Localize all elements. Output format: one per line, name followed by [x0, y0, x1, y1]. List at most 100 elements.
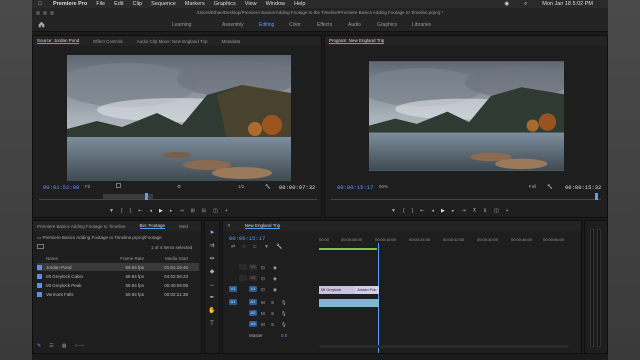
play-icon[interactable]: ▶	[441, 208, 445, 214]
razor-icon[interactable]: ◆	[208, 268, 216, 276]
list-view-icon[interactable]: ☰	[49, 343, 53, 349]
solo-icon[interactable]: S	[271, 300, 274, 305]
list-item[interactable]: Jordan Pond 59.94 fps 01:51:16:46	[37, 263, 199, 271]
add-button-icon[interactable]: +	[506, 208, 509, 214]
tab-project[interactable]: Premiere Basics Adding Footage to Timeli…	[37, 224, 126, 229]
tab-media-browser[interactable]: Med	[179, 224, 188, 229]
overwrite-icon[interactable]: ⊟	[202, 208, 206, 214]
source-patch-a1[interactable]: A1	[229, 299, 237, 305]
eye-icon[interactable]: ◉	[273, 265, 277, 271]
solo-icon[interactable]: S	[271, 311, 274, 316]
slip-icon[interactable]: ↔	[208, 281, 216, 289]
timeline-clip[interactable]: Jordan Pon	[355, 286, 379, 294]
go-to-in-icon[interactable]: ⇤	[138, 208, 142, 214]
wrench-icon[interactable]: 🔧	[265, 184, 271, 190]
timeline-scrollbar[interactable]	[319, 345, 569, 348]
close-icon[interactable]: ✕	[227, 223, 231, 229]
program-timecode-in[interactable]: 00:00:15:17	[337, 184, 373, 191]
snap-icon[interactable]: ∩	[242, 244, 246, 250]
program-video-frame[interactable]	[369, 61, 564, 171]
menu-clip[interactable]: Clip	[133, 1, 142, 7]
workspace-editing[interactable]: Editing	[259, 22, 274, 28]
menu-edit[interactable]: Edit	[114, 1, 123, 7]
col-name[interactable]: Name	[46, 256, 108, 261]
program-scrub-bar[interactable]	[331, 199, 601, 200]
mark-in-icon[interactable]: ▼	[109, 208, 114, 214]
solo-icon[interactable]: S	[271, 322, 274, 327]
source-fit-select[interactable]: Fit	[85, 184, 90, 189]
tab-source[interactable]: Source: Jordan Pond	[37, 38, 80, 44]
nest-icon[interactable]: ⇄	[231, 244, 235, 250]
track-label[interactable]: V3	[249, 264, 257, 270]
list-item[interactable]: Vermont Falls 59.94 fps 00:02:21:39	[37, 290, 199, 298]
source-patch[interactable]	[239, 275, 247, 281]
go-to-out-icon[interactable]: ⇥	[461, 208, 465, 214]
menu-file[interactable]: File	[96, 1, 105, 7]
close-icon[interactable]	[36, 11, 40, 15]
mic-icon[interactable]: 🎙	[281, 322, 287, 328]
settings-icon[interactable]: ⚙	[177, 184, 181, 190]
sync-lock-icon[interactable]: ⊡	[261, 276, 265, 282]
source-playhead[interactable]	[145, 193, 148, 200]
safe-margins-icon[interactable]	[116, 183, 121, 188]
mute-icon[interactable]: M	[261, 322, 265, 327]
master-volume[interactable]: 0.0	[281, 333, 287, 338]
add-marker-icon[interactable]: ▼	[391, 208, 396, 214]
step-forward-icon[interactable]: ▸	[452, 208, 455, 214]
insert-icon[interactable]: ⊞	[191, 208, 195, 214]
program-quality-select[interactable]: Full	[529, 184, 536, 189]
tab-effect-controls[interactable]: Effect Controls	[93, 39, 122, 44]
step-forward-icon[interactable]: ▸	[170, 208, 173, 214]
source-resolution-select[interactable]: 1/2	[238, 184, 244, 189]
app-menu[interactable]: Premiere Pro	[53, 1, 87, 7]
col-frame-rate[interactable]: Frame Rate	[108, 256, 148, 261]
menu-help[interactable]: Help	[294, 1, 305, 7]
lift-icon[interactable]: ⊼	[473, 208, 477, 214]
track-label[interactable]: V2	[249, 275, 257, 281]
mark-in-icon[interactable]: {	[403, 208, 405, 214]
zoom-icon[interactable]	[50, 11, 54, 15]
mute-icon[interactable]: M	[261, 300, 265, 305]
source-scrub-bar[interactable]	[39, 199, 317, 200]
menu-view[interactable]: View	[245, 1, 257, 7]
track-label[interactable]: A2	[249, 310, 257, 316]
ripple-edit-icon[interactable]: ⇹	[208, 255, 216, 263]
workspace-assembly[interactable]: Assembly	[222, 22, 244, 28]
tab-audio-clip-mixer[interactable]: Audio Clip Mixer: New England Trip	[137, 39, 208, 44]
type-icon[interactable]: T	[208, 320, 216, 328]
zoom-slider[interactable]: ○──	[74, 343, 84, 349]
menu-markers[interactable]: Markers	[185, 1, 205, 7]
mute-icon[interactable]: M	[261, 311, 265, 316]
mark-out-icon[interactable]: }	[130, 208, 132, 214]
workspace-effects[interactable]: Effects	[317, 22, 332, 28]
track-select-icon[interactable]: ⇉	[208, 242, 216, 250]
eye-icon[interactable]: ◉	[273, 276, 277, 282]
program-playhead[interactable]	[595, 193, 598, 200]
go-to-out-icon[interactable]: ⇥	[179, 208, 183, 214]
play-icon[interactable]: ▶	[159, 208, 163, 214]
bin-search-icon[interactable]	[37, 244, 44, 249]
mark-in-icon[interactable]: {	[121, 208, 123, 214]
program-zoom-select[interactable]: 50%	[379, 184, 388, 189]
hand-icon[interactable]: ✋	[208, 307, 216, 315]
tab-metadata[interactable]: Metadata	[222, 39, 241, 44]
linked-selection-icon[interactable]: ⊂	[253, 244, 257, 250]
tab-program[interactable]: Program: New England Trip	[329, 38, 385, 44]
source-patch-v1[interactable]: V1	[229, 286, 237, 292]
mark-out-icon[interactable]: }	[412, 208, 414, 214]
export-frame-icon[interactable]: ◫	[213, 208, 218, 214]
go-to-in-icon[interactable]: ⇤	[420, 208, 424, 214]
add-button-icon[interactable]: +	[225, 208, 228, 214]
sync-lock-icon[interactable]: ⊡	[261, 287, 265, 293]
source-patch[interactable]	[239, 264, 247, 270]
col-media-start[interactable]: Media Start	[148, 256, 188, 261]
workspace-learning[interactable]: Learning	[172, 22, 191, 28]
sync-lock-icon[interactable]: ⊡	[261, 265, 265, 271]
workspace-color[interactable]: Color	[289, 22, 301, 28]
workspace-graphics[interactable]: Graphics	[377, 22, 397, 28]
menu-graphics[interactable]: Graphics	[214, 1, 236, 7]
menu-window[interactable]: Window	[266, 1, 286, 7]
pen-icon[interactable]: ✒	[208, 294, 216, 302]
home-icon[interactable]	[38, 21, 45, 28]
step-back-icon[interactable]: ◂	[150, 208, 153, 214]
